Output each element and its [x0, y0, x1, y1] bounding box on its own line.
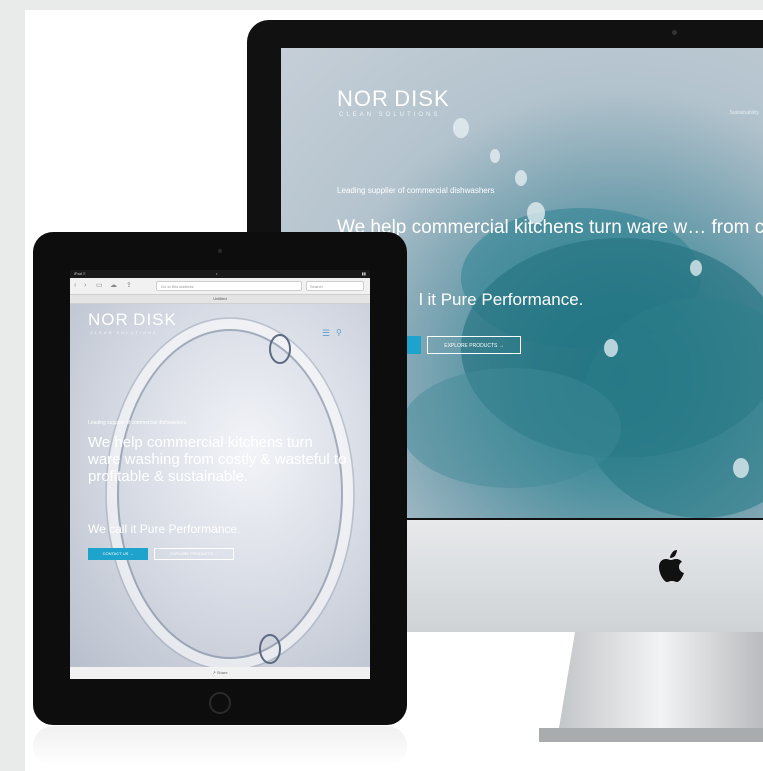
bookmarks-icon[interactable]: ▭ [96, 280, 103, 292]
ipad-reflection [33, 726, 407, 766]
hero-tagline: l it Pure Performance. [419, 290, 584, 309]
hero-tagline: We call it Pure Performance. [88, 522, 241, 536]
carrier-label: iPad ≡ [74, 271, 86, 276]
hero-headline-text: We help commercial kitchens turn ware w…… [337, 217, 763, 238]
hero-lead: Leading supplier of commercial dishwashe… [337, 186, 495, 195]
forward-icon[interactable]: › [84, 280, 86, 292]
hero-lead: Leading supplier of commercial dishwashe… [88, 420, 187, 426]
brand-tagline: CLEAN SOLUTIONS [339, 112, 441, 118]
menu-icon[interactable]: ☰ [322, 328, 330, 339]
ipad-screen: iPad ≡ • ▮▮ ‹ › ▭ ☁ ⇪ Go to this address… [70, 270, 370, 679]
address-bar-placeholder: Go to this address [161, 284, 194, 289]
brand-logo[interactable]: NOR DISK [337, 86, 450, 112]
nav-item-sustainability[interactable]: Sustainability [730, 110, 759, 116]
share-icon[interactable]: ⇪ [126, 280, 132, 292]
camera-icon [218, 249, 222, 253]
search-field[interactable]: Search [306, 281, 364, 291]
contact-button[interactable]: CONTACT US → [88, 548, 148, 560]
share-bar[interactable]: ↗ Share [70, 667, 370, 679]
status-time: • [216, 271, 218, 276]
camera-icon [672, 30, 677, 35]
brand-tagline: CLEAN SOLUTIONS [90, 330, 158, 335]
explore-products-button[interactable]: EXPLORE PRODUCTS → [427, 336, 521, 354]
search-icon[interactable]: ⚲ [336, 328, 342, 337]
webpage: NOR DISK CLEAN SOLUTIONS ☰ ⚲ Leading sup… [70, 304, 370, 667]
water-ring-image [105, 317, 355, 667]
back-icon[interactable]: ‹ [74, 280, 76, 292]
search-field-placeholder: Search [310, 284, 323, 289]
tab-untitled[interactable]: Untitled [70, 295, 370, 304]
browser-toolbar: ‹ › ▭ ☁ ⇪ Go to this address Search [70, 278, 370, 295]
contact-button[interactable] [407, 336, 421, 354]
apple-logo-icon [659, 550, 684, 582]
status-bar: iPad ≡ • ▮▮ [70, 270, 370, 278]
brand-logo[interactable]: NOR DISK [88, 310, 177, 330]
hero-headline: We help commercial kitchens turn ware wa… [88, 434, 347, 485]
battery-icon: ▮▮ [361, 271, 366, 276]
cloud-icon[interactable]: ☁ [110, 280, 117, 292]
address-bar[interactable]: Go to this address [156, 281, 302, 291]
home-button[interactable] [209, 692, 231, 714]
imac-stand [539, 632, 763, 742]
ipad-device: iPad ≡ • ▮▮ ‹ › ▭ ☁ ⇪ Go to this address… [33, 232, 407, 725]
explore-products-button[interactable]: EXPLORE PRODUCTS → [154, 548, 234, 560]
